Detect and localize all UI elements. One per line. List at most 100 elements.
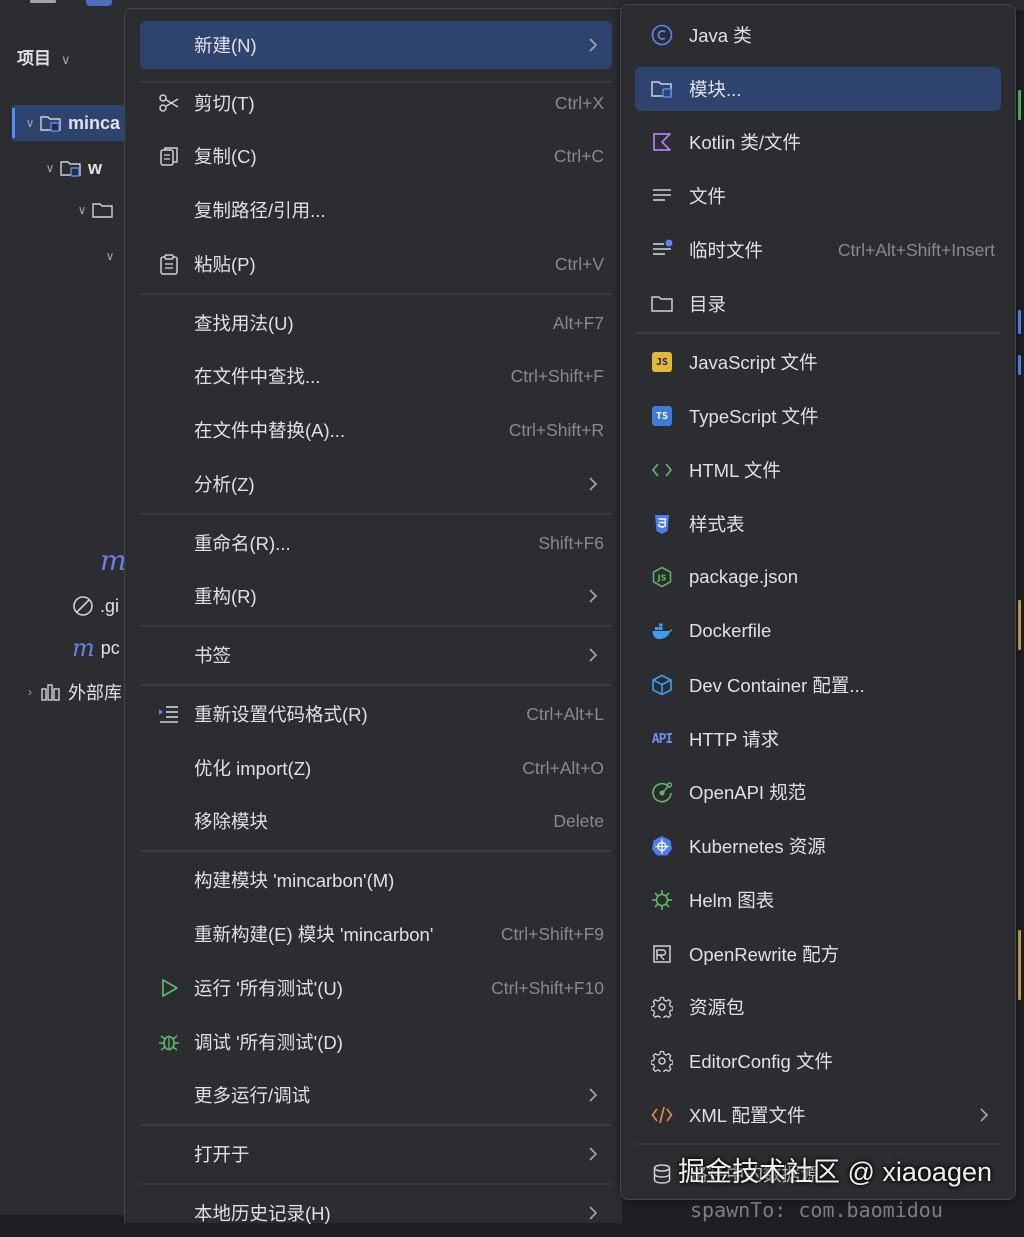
submenu-item-javascript[interactable]: JS JavaScript 文件 <box>635 340 1001 384</box>
submenu-item-kubernetes[interactable]: Kubernetes 资源 <box>635 824 1001 868</box>
submenu-item-kotlin[interactable]: Kotlin 类/文件 <box>635 120 1001 164</box>
menu-item-entry-3[interactable]: 复制路径/引用... <box>140 186 612 234</box>
menu-item-entry-1[interactable]: 剪切(T) Ctrl+X <box>140 79 612 127</box>
dev-container-icon <box>651 674 673 696</box>
paste-icon <box>158 253 180 275</box>
main-menu-icon[interactable] <box>30 0 56 3</box>
tree-row-child-module[interactable]: ∨ w <box>40 150 102 186</box>
menu-item-entry-19[interactable]: 更多运行/调试 <box>140 1071 612 1119</box>
submenu-item-helm[interactable]: Helm 图表 <box>635 878 1001 922</box>
menu-item-shortcut: Delete <box>553 810 604 831</box>
menu-item-label: 构建模块 'mincarbon'(M) <box>194 870 395 891</box>
menu-item-entry-15[interactable]: 构建模块 'mincarbon'(M) <box>140 856 612 904</box>
typescript-icon: TS <box>651 405 673 427</box>
menu-item-label: 打开于 <box>194 1144 250 1165</box>
gitignore-label: .gi <box>100 595 120 616</box>
menu-item-label: 复制路径/引用... <box>194 200 326 221</box>
submenu-item-resource-bundle[interactable]: 资源包 <box>635 985 1001 1029</box>
menu-item-entry-8[interactable]: 分析(Z) <box>140 460 612 508</box>
chevron-down-icon[interactable]: ∨ <box>40 161 60 175</box>
tree-row-external-libraries[interactable]: › 外部库 <box>20 674 122 710</box>
submenu-item-file[interactable]: 文件 <box>635 174 1001 218</box>
submenu-item-html[interactable]: HTML 文件 <box>635 448 1001 492</box>
submenu-item-openrewrite[interactable]: OpenRewrite 配方 <box>635 932 1001 976</box>
openrewrite-icon <box>651 943 673 965</box>
project-panel-title-label: 项目 <box>17 49 51 68</box>
menu-item-entry-17[interactable]: 运行 '所有测试'(U) Ctrl+Shift+F10 <box>140 964 612 1012</box>
submenu-item-label: OpenAPI 规范 <box>689 782 807 803</box>
chevron-down-icon[interactable]: ∨ <box>20 116 40 130</box>
menu-item-label: 更多运行/调试 <box>194 1085 311 1106</box>
xml-icon <box>651 1104 673 1126</box>
submenu-item-openapi[interactable]: OpenAPI 规范 <box>635 770 1001 814</box>
menu-item-entry-13[interactable]: 优化 import(Z) Ctrl+Alt+O <box>140 744 612 792</box>
chevron-right-icon <box>586 1144 600 1164</box>
submenu-item-editorconfig[interactable]: EditorConfig 文件 <box>635 1039 1001 1083</box>
chevron-right-icon[interactable]: › <box>20 685 40 699</box>
project-panel-title[interactable]: 项目 ∨ <box>17 44 71 69</box>
menu-item-label: 新建(N) <box>194 35 257 56</box>
menu-separator <box>140 850 612 852</box>
menu-item-entry-18[interactable]: 调试 '所有测试'(D) <box>140 1018 612 1066</box>
menu-item-entry-6[interactable]: 在文件中查找... Ctrl+Shift+F <box>140 352 612 400</box>
menu-item-new[interactable]: 新建(N) <box>140 21 612 69</box>
submenu-item-label: 文件 <box>689 186 727 207</box>
copy-icon <box>158 145 180 167</box>
submenu-item-label: package.json <box>689 566 799 587</box>
menu-separator <box>140 1124 612 1126</box>
menu-item-entry-10[interactable]: 重构(R) <box>140 572 612 620</box>
chevron-right-icon <box>586 586 600 606</box>
module-folder-icon <box>60 161 81 177</box>
menu-item-entry-20[interactable]: 打开于 <box>140 1130 612 1178</box>
menu-item-entry-5[interactable]: 查找用法(U) Alt+F7 <box>140 299 612 347</box>
menu-item-entry-21[interactable]: 本地历史记录(H) <box>140 1189 612 1237</box>
helm-icon <box>651 889 673 911</box>
chevron-down-icon[interactable]: ∨ <box>100 249 120 263</box>
submenu-item-dev-container[interactable]: Dev Container 配置... <box>635 663 1001 707</box>
menu-item-entry-9[interactable]: 重命名(R)... Shift+F6 <box>140 519 612 567</box>
submenu-item-api[interactable]: API HTTP 请求 <box>635 717 1001 761</box>
menu-item-label: 重命名(R)... <box>194 533 291 554</box>
menu-item-entry-7[interactable]: 在文件中替换(A)... Ctrl+Shift+R <box>140 406 612 454</box>
submenu-item-label: XML 配置文件 <box>689 1105 806 1126</box>
chevron-right-icon <box>586 1085 600 1105</box>
tree-row-maven-file[interactable]: m <box>100 542 127 578</box>
menu-item-shortcut: Ctrl+Shift+R <box>508 419 604 440</box>
submenu-item-xml[interactable]: XML 配置文件 <box>635 1093 1001 1137</box>
submenu-item-scratch-file[interactable]: 临时文件 Ctrl+Alt+Shift+Insert <box>635 228 1001 272</box>
submenu-item-java-class[interactable]: Java 类 <box>635 13 1001 57</box>
submenu-item-docker[interactable]: Dockerfile <box>635 609 1001 653</box>
menu-item-entry-14[interactable]: 移除模块 Delete <box>140 797 612 845</box>
menu-separator <box>140 513 612 515</box>
change-marker <box>1018 90 1021 120</box>
submenu-item-label: OpenRewrite 配方 <box>689 944 840 965</box>
menu-separator <box>140 1183 612 1185</box>
submenu-item-typescript[interactable]: TS TypeScript 文件 <box>635 394 1001 438</box>
tree-row-root-module[interactable]: ∨ minca <box>12 105 130 141</box>
menu-item-label: 在文件中查找... <box>194 366 321 387</box>
context-menu: 新建(N) 剪切(T) Ctrl+X 复制(C) Ctrl+C 复制路径/引用... 粘贴(… <box>124 8 622 1224</box>
submenu-item-label: HTML 文件 <box>689 460 781 481</box>
submenu-item-module[interactable]: 模块... <box>635 67 1001 111</box>
submenu-item-nodejs[interactable]: JS package.json <box>635 555 1001 599</box>
java-class-icon <box>651 24 673 46</box>
menu-item-label: 查找用法(U) <box>194 313 294 334</box>
menu-item-entry-11[interactable]: 书签 <box>140 631 612 679</box>
tree-row-gitignore[interactable]: .gi <box>72 588 119 624</box>
menu-item-entry-16[interactable]: 重新构建(E) 模块 'mincarbon' Ctrl+Shift+F9 <box>140 910 612 958</box>
chevron-down-icon[interactable]: ∨ <box>61 52 71 67</box>
tree-row-pom[interactable]: m pc <box>72 630 120 666</box>
menu-item-entry-4[interactable]: 粘贴(P) Ctrl+V <box>140 240 612 288</box>
change-marker <box>1018 930 1021 1000</box>
menu-item-entry-12[interactable]: 重新设置代码格式(R) Ctrl+Alt+L <box>140 690 612 738</box>
submenu-item-css[interactable]: 样式表 <box>635 502 1001 546</box>
pom-label: pc <box>100 637 120 658</box>
tree-row-subfolder[interactable]: ∨ <box>100 238 120 274</box>
submenu-separator <box>635 1143 1001 1145</box>
submenu-item-folder[interactable]: 目录 <box>635 282 1001 326</box>
submenu-item-label: Kotlin 类/文件 <box>689 132 802 153</box>
chevron-down-icon[interactable]: ∨ <box>72 203 92 217</box>
menu-item-entry-2[interactable]: 复制(C) Ctrl+C <box>140 132 612 180</box>
project-badge-icon[interactable] <box>86 0 112 6</box>
tree-row-folder[interactable]: ∨ <box>72 192 120 228</box>
